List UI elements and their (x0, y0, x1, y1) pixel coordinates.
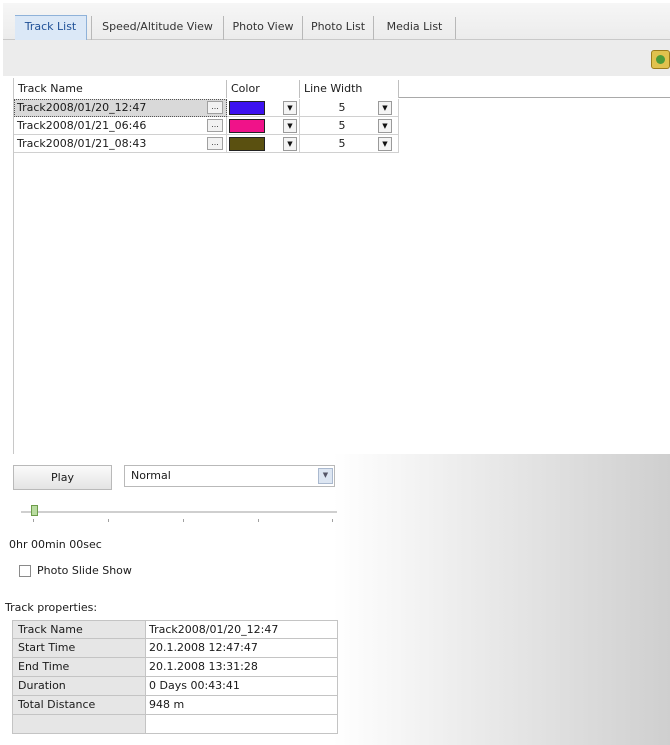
line-width-dropdown-arrow[interactable]: ▼ (378, 119, 392, 133)
property-value[interactable]: 20.1.2008 13:31:28 (146, 658, 338, 677)
property-row (12, 715, 338, 734)
property-value[interactable]: 20.1.2008 12:47:47 (146, 639, 338, 658)
toolbar (3, 40, 670, 76)
track-row[interactable]: Track2008/01/21_08:43 ... ▼ 5 ▼ (14, 135, 399, 153)
rename-ellipsis-button[interactable]: ... (207, 119, 223, 132)
color-swatch[interactable] (229, 137, 265, 151)
line-width-cell[interactable]: 5 ▼ (300, 135, 399, 153)
player-panel: Play Normal ▼ 0hr 00min 00sec Photo Slid… (3, 454, 670, 745)
line-width-dropdown-arrow[interactable]: ▼ (378, 137, 392, 151)
track-properties-title: Track properties: (5, 601, 98, 614)
property-key: Track Name (12, 620, 146, 639)
track-name: Track2008/01/21_06:46 (17, 119, 147, 132)
tab-separator (455, 17, 456, 39)
property-key (12, 715, 146, 734)
rename-ellipsis-button[interactable]: ... (207, 137, 223, 150)
playback-slider-track[interactable] (21, 511, 337, 513)
line-width-cell[interactable]: 5 ▼ (300, 117, 399, 135)
property-row: End Time 20.1.2008 13:31:28 (12, 658, 338, 677)
play-button[interactable]: Play (13, 465, 112, 490)
property-row: Duration 0 Days 00:43:41 (12, 677, 338, 696)
column-header-color[interactable]: Color (227, 80, 300, 98)
line-width-value: 5 (338, 137, 346, 150)
track-name-cell[interactable]: Track2008/01/21_08:43 ... (14, 135, 227, 153)
color-swatch[interactable] (229, 101, 265, 115)
playback-speed-select[interactable]: Normal ▼ (124, 465, 335, 487)
track-name: Track2008/01/20_12:47 (17, 101, 147, 114)
elapsed-time: 0hr 00min 00sec (9, 538, 102, 551)
slider-ticks (33, 519, 333, 523)
property-value[interactable]: Track2008/01/20_12:47 (146, 620, 338, 639)
color-swatch[interactable] (229, 119, 265, 133)
track-color-cell[interactable]: ▼ (227, 99, 300, 117)
tab-track-list[interactable]: Track List (15, 15, 87, 41)
track-row[interactable]: Track2008/01/20_12:47 ... ▼ 5 ▼ (14, 99, 399, 117)
chevron-down-icon[interactable]: ▼ (318, 468, 333, 484)
line-width-value: 5 (338, 101, 346, 114)
rename-ellipsis-button[interactable]: ... (207, 101, 223, 114)
line-width-dropdown-arrow[interactable]: ▼ (378, 101, 392, 115)
property-key: Total Distance (12, 696, 146, 715)
tab-strip: Track List Speed/Altitude View Photo Vie… (3, 3, 670, 41)
track-color-cell[interactable]: ▼ (227, 117, 300, 135)
property-value[interactable]: 948 m (146, 696, 338, 715)
color-dropdown-arrow[interactable]: ▼ (283, 137, 297, 151)
track-name: Track2008/01/21_08:43 (17, 137, 147, 150)
property-value[interactable]: 0 Days 00:43:41 (146, 677, 338, 696)
color-dropdown-arrow[interactable]: ▼ (283, 101, 297, 115)
property-row: Track Name Track2008/01/20_12:47 (12, 620, 338, 639)
color-dropdown-arrow[interactable]: ▼ (283, 119, 297, 133)
tab-photo-list[interactable]: Photo List (302, 16, 373, 40)
grid-header: Track Name Color Line Width (14, 80, 670, 98)
export-icon[interactable] (651, 50, 670, 69)
track-name-cell[interactable]: Track2008/01/20_12:47 ... (14, 99, 227, 117)
column-header-track-name[interactable]: Track Name (14, 80, 227, 98)
photo-slide-show-checkbox[interactable] (19, 565, 31, 577)
tab-media-list[interactable]: Media List (373, 16, 455, 40)
property-key: Duration (12, 677, 146, 696)
property-key: End Time (12, 658, 146, 677)
track-row[interactable]: Track2008/01/21_06:46 ... ▼ 5 ▼ (14, 117, 399, 135)
track-properties-table: Track Name Track2008/01/20_12:47 Start T… (12, 620, 338, 734)
track-panel: Track List Speed/Altitude View Photo Vie… (3, 3, 670, 745)
line-width-value: 5 (338, 119, 346, 132)
playback-speed-value: Normal (131, 469, 171, 482)
track-color-cell[interactable]: ▼ (227, 135, 300, 153)
photo-slide-show-label[interactable]: Photo Slide Show (37, 564, 132, 577)
track-name-cell[interactable]: Track2008/01/21_06:46 ... (14, 117, 227, 135)
column-header-line-width[interactable]: Line Width (300, 80, 399, 98)
property-key: Start Time (12, 639, 146, 658)
property-value[interactable] (146, 715, 338, 734)
property-row: Start Time 20.1.2008 12:47:47 (12, 639, 338, 658)
line-width-cell[interactable]: 5 ▼ (300, 99, 399, 117)
tab-photo-view[interactable]: Photo View (223, 16, 302, 40)
track-grid: Track Name Color Line Width Track2008/01… (13, 78, 670, 454)
tab-speed-altitude-view[interactable]: Speed/Altitude View (91, 16, 223, 40)
playback-slider-thumb[interactable] (31, 505, 38, 516)
property-row: Total Distance 948 m (12, 696, 338, 715)
